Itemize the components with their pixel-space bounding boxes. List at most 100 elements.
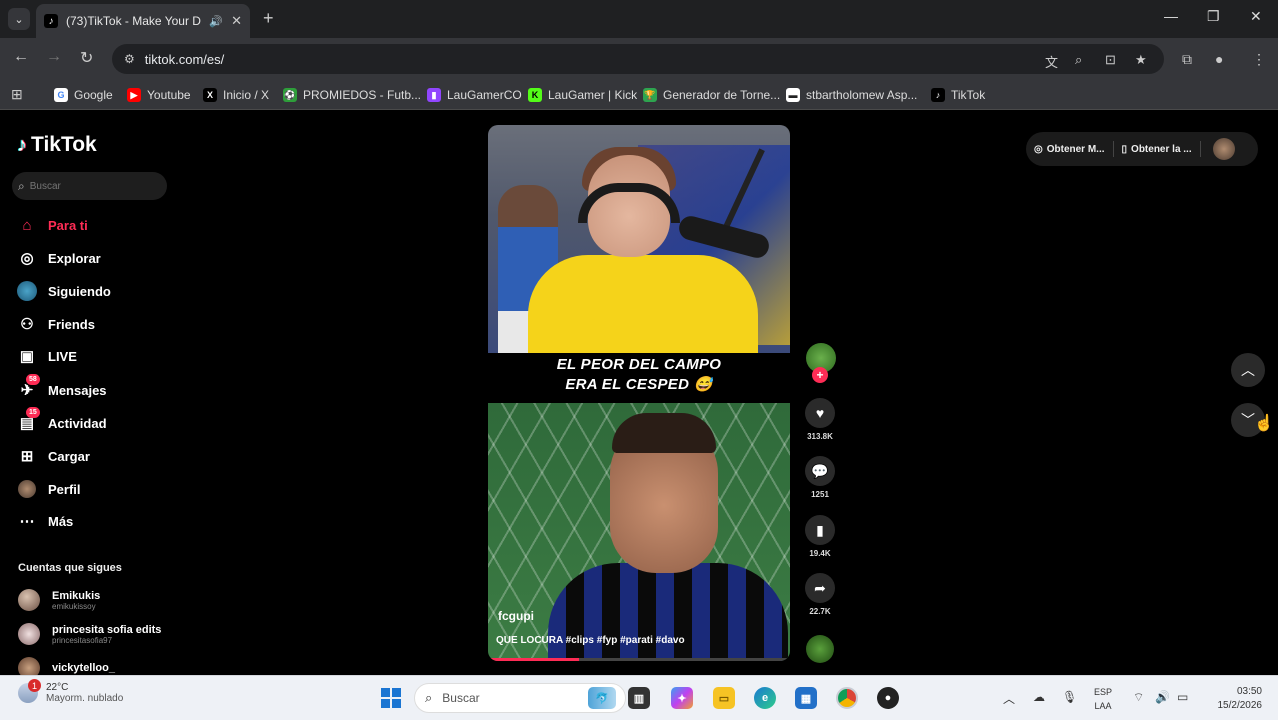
tray-overflow-icon[interactable]: ︿ (1003, 690, 1015, 707)
bookmark-generador[interactable]: 🏆 Generador de Torne... (643, 86, 780, 104)
heart-icon: ♥ (805, 398, 835, 428)
apps-grid-icon[interactable]: ⊞ (11, 86, 23, 103)
browser-tab-strip: ⌄ ♪ (73)TikTok - Make Your Day 🔊 ✕ + — ❐… (0, 0, 1278, 38)
previous-video-button[interactable]: ︿ (1231, 353, 1265, 387)
bookmark-stbartholomew[interactable]: ▬ stbartholomew Asp... (786, 86, 917, 104)
zoom-icon[interactable]: ⌕ (1075, 52, 1082, 68)
onedrive-icon[interactable]: ☁ (1033, 690, 1045, 704)
keyboard-layout: LAA (1094, 701, 1112, 711)
copilot-icon[interactable]: ✦ (671, 687, 693, 709)
video-username[interactable]: fcgupi (498, 609, 534, 623)
comment-icon: 💬 (805, 456, 835, 486)
nav-para-ti[interactable]: ⌂ Para ti (17, 212, 88, 238)
friends-icon: ⚇ (20, 316, 34, 333)
nav-mensajes[interactable]: ✈ 58 Mensajes (17, 374, 107, 403)
following-icon (17, 281, 37, 301)
video-description[interactable]: QUE LOCURA #clips #fyp #parati #davo (496, 635, 685, 646)
bookmark-promiedos[interactable]: ⚽ PROMIEDOS - Futb... (283, 86, 421, 104)
get-desktop-app-link[interactable]: Obtener M... (1047, 144, 1105, 155)
task-view-icon[interactable]: ▥ (628, 687, 650, 709)
obs-icon[interactable]: ● (877, 687, 899, 709)
nav-siguiendo[interactable]: Siguiendo (17, 278, 111, 304)
search-highlight-icon: 🐬 (588, 687, 616, 709)
weather-widget[interactable]: 1 22°C Mayorm. nublado (18, 679, 123, 704)
nav-label: Siguiendo (48, 283, 111, 299)
video-progress-bar[interactable] (488, 658, 790, 661)
phone-icon: ▯ (1121, 143, 1128, 155)
nav-perfil[interactable]: Perfil (17, 476, 81, 502)
close-tab-icon[interactable]: ✕ (231, 13, 242, 29)
menu-kebab-icon[interactable]: ⋮ (1252, 51, 1266, 68)
bookmark-laugamerco[interactable]: ▮ LauGamerCO (427, 86, 522, 104)
translate-icon[interactable]: 文 (1045, 52, 1058, 71)
comment-count: 1251 (811, 490, 829, 499)
system-clock[interactable]: 03:50 15/2/2026 (1206, 685, 1263, 713)
volume-icon[interactable]: 🔊 (1155, 690, 1170, 704)
tiktok-logo[interactable]: ♪ TikTok (17, 133, 97, 157)
tab-search-button[interactable]: ⌄ (8, 8, 30, 30)
nav-label: Actividad (48, 415, 107, 431)
divider (1199, 141, 1201, 157)
nav-explorar[interactable]: ◎ Explorar (17, 245, 100, 271)
upload-icon: ⊞ (20, 448, 34, 465)
reload-icon[interactable]: ↻ (80, 48, 93, 68)
get-mobile-app-link[interactable]: Obtener la ... (1131, 144, 1192, 155)
youtube-icon: ▶ (127, 88, 141, 102)
edge-icon[interactable]: e (754, 687, 776, 709)
like-button[interactable]: ♥ 313.8K (804, 398, 836, 441)
bookmark-label: LauGamer | Kick (548, 88, 638, 102)
battery-icon[interactable]: ▭ (1177, 690, 1188, 704)
back-icon[interactable]: ← (13, 48, 29, 66)
site-info-icon[interactable]: ⚙ (124, 52, 135, 66)
followed-account[interactable]: princesita sofia edits princesitasofia97 (18, 623, 161, 645)
bookmark-youtube[interactable]: ▶ Youtube (127, 86, 191, 104)
nav-actividad[interactable]: ▤ 15 Actividad (17, 407, 107, 436)
bookmark-tiktok[interactable]: ♪ TikTok (931, 86, 985, 104)
minimize-icon[interactable]: — (1164, 8, 1178, 24)
new-tab-button[interactable]: + (263, 8, 274, 29)
nav-live[interactable]: ▣ LIVE (17, 343, 77, 369)
flag-icon: ▬ (786, 88, 800, 102)
forward-icon[interactable]: → (46, 48, 62, 66)
address-bar[interactable]: ⚙ tiktok.com/es/ (112, 44, 1164, 74)
nav-label: Mensajes (48, 382, 107, 398)
account-handle: emikukissoy (52, 601, 96, 611)
windows-start-button[interactable] (381, 688, 401, 708)
x-icon: X (203, 88, 217, 102)
browser-toolbar: ← → ↻ ⚙ tiktok.com/es/ 文 ⌕ ⊡ ★ ⧉ ● ⋮ (0, 38, 1278, 80)
follow-plus-button[interactable]: + (812, 367, 828, 383)
nav-friends[interactable]: ⚇ Friends (17, 311, 95, 337)
save-button[interactable]: ▮ 19.4K (804, 515, 836, 558)
bookmark-star-icon[interactable]: ★ (1135, 52, 1147, 68)
share-button[interactable]: ➦ 22.7K (804, 573, 836, 616)
nav-label: Para ti (48, 217, 88, 233)
video-player[interactable]: EL PEOR DEL CAMPO ERA EL CESPED 😅 fcgupi… (488, 125, 790, 661)
extensions-icon[interactable]: ⧉ (1182, 51, 1192, 68)
bookmark-label: LauGamerCO (447, 88, 522, 102)
chrome-icon[interactable] (836, 687, 858, 709)
user-avatar[interactable] (1212, 138, 1235, 160)
search-input[interactable] (29, 180, 150, 192)
file-explorer-icon[interactable]: ▭ (713, 687, 735, 709)
search-box[interactable]: ⌕ (12, 172, 167, 200)
browser-tab[interactable]: ♪ (73)TikTok - Make Your Day 🔊 ✕ (36, 4, 250, 38)
windows-taskbar: 1 22°C Mayorm. nublado ⌕ Buscar 🐬 ▥ ✦ ▭ … (0, 675, 1278, 720)
bookmark-google[interactable]: G Google (54, 86, 113, 104)
language-indicator[interactable]: ESP LAA (1094, 685, 1112, 713)
nav-cargar[interactable]: ⊞ Cargar (17, 443, 90, 469)
nav-mas[interactable]: ⋯ Más (17, 508, 74, 534)
store-icon[interactable]: ▦ (795, 687, 817, 709)
bookmark-x[interactable]: X Inicio / X (203, 86, 269, 104)
install-icon[interactable]: ⊡ (1105, 52, 1116, 68)
music-disc-icon[interactable] (806, 635, 834, 663)
microphone-icon[interactable]: 🎙 (1062, 690, 1077, 704)
wifi-icon[interactable]: ⌔ (1133, 690, 1144, 705)
restore-icon[interactable]: ❐ (1207, 8, 1220, 25)
share-count: 22.7K (809, 607, 831, 616)
close-window-icon[interactable]: ✕ (1250, 8, 1262, 25)
comment-button[interactable]: 💬 1251 (804, 456, 836, 499)
speaker-icon[interactable]: 🔊 (209, 15, 223, 28)
bookmark-kick[interactable]: K LauGamer | Kick (528, 86, 637, 104)
profile-avatar-icon[interactable]: ● (1215, 51, 1223, 67)
followed-account[interactable]: Emikukis emikukissoy (18, 589, 100, 611)
